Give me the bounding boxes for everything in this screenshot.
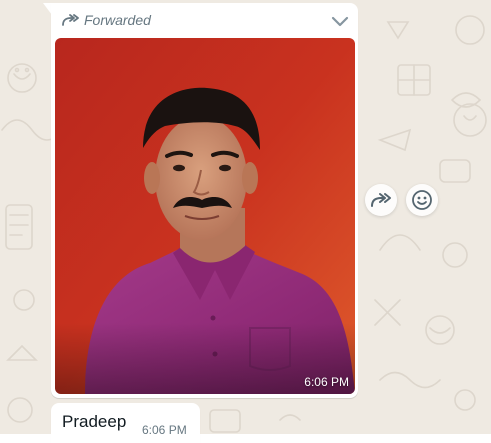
forwarded-label: Forwarded [84, 12, 151, 28]
chevron-down-icon[interactable] [330, 13, 350, 29]
forward-arrow-icon [61, 12, 79, 28]
forward-message-button[interactable] [365, 184, 397, 216]
forward-icon[interactable] [370, 191, 392, 209]
forwarded-indicator: Forwarded [61, 11, 151, 29]
photo-timestamp: 6:06 PM [304, 375, 349, 389]
text-message-bubble[interactable]: Pradeep 6:06 PM [51, 403, 200, 443]
person-portrait-image [55, 38, 355, 394]
message-photo[interactable]: 6:06 PM [55, 38, 355, 394]
message-menu-button[interactable] [330, 13, 350, 29]
image-message-bubble[interactable]: Forwarded 6:06 PM [51, 3, 358, 398]
smiley-icon[interactable] [411, 189, 433, 211]
message-timestamp: 6:06 PM [142, 423, 187, 437]
message-text: Pradeep [62, 412, 127, 431]
react-message-button[interactable] [406, 184, 438, 216]
